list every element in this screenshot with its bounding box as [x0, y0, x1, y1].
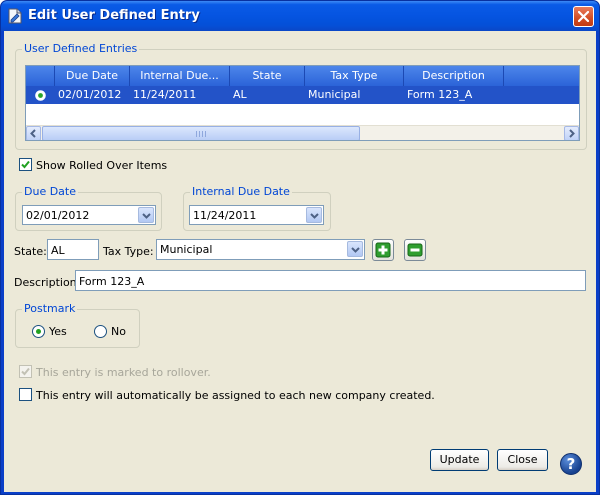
state-label: State: — [14, 245, 47, 258]
cell-state: AL — [233, 88, 247, 101]
close-window-button[interactable] — [573, 6, 594, 27]
postmark-no-radio[interactable] — [94, 325, 107, 338]
column-header-filler — [504, 66, 579, 86]
tax-type-combo[interactable]: Municipal — [156, 239, 365, 260]
minus-icon — [407, 243, 423, 257]
column-header-state[interactable]: State — [230, 66, 305, 86]
column-header-description[interactable]: Description — [404, 66, 504, 86]
due-date-combo[interactable]: 02/01/2012 — [22, 205, 156, 225]
tax-type-value: Municipal — [160, 243, 213, 256]
cell-internal-due: 11/24/2011 — [133, 88, 197, 101]
internal-due-date-value: 11/24/2011 — [193, 209, 257, 222]
chevron-down-icon — [310, 213, 319, 219]
column-header-select[interactable] — [26, 66, 55, 86]
dialog-body: User Defined Entries Due Date Internal D… — [4, 31, 596, 492]
document-edit-icon — [8, 8, 22, 24]
scroll-thumb[interactable] — [42, 126, 360, 140]
radio-selected-dot-icon — [36, 329, 41, 334]
column-header-tax-type[interactable]: Tax Type — [305, 66, 404, 86]
tax-type-label: Tax Type: — [103, 245, 154, 258]
internal-due-date-legend: Internal Due Date — [190, 185, 292, 198]
show-rolled-over-label[interactable]: Show Rolled Over Items — [36, 159, 167, 172]
add-tax-type-button[interactable] — [372, 239, 394, 261]
scroll-grip-icon — [196, 131, 206, 137]
remove-tax-type-button[interactable] — [404, 239, 426, 261]
cell-description: Form 123_A — [407, 88, 473, 101]
arrow-right-icon — [569, 129, 575, 138]
cell-tax-type: Municipal — [308, 88, 361, 101]
rollover-label: This entry is marked to rollover. — [36, 366, 211, 379]
tax-type-dropdown-button[interactable] — [347, 241, 363, 257]
state-value: AL — [51, 244, 65, 257]
scroll-left-button[interactable] — [26, 126, 41, 140]
auto-assign-label[interactable]: This entry will automatically be assigne… — [36, 389, 435, 402]
postmark-no-label[interactable]: No — [111, 325, 126, 338]
description-value: Form 123_A — [79, 275, 145, 288]
description-label: Description: — [14, 276, 81, 289]
internal-due-date-dropdown-button[interactable] — [306, 207, 322, 223]
table-row[interactable]: 02/01/2012 11/24/2011 AL Municipal Form … — [26, 86, 579, 104]
row-select-cell[interactable] — [26, 86, 55, 104]
checkmark-icon — [21, 367, 30, 376]
chevron-down-icon — [351, 247, 360, 253]
dialog-title: Edit User Defined Entry — [28, 8, 200, 23]
close-button[interactable]: Close — [497, 449, 548, 471]
due-date-value: 02/01/2012 — [26, 209, 90, 222]
entries-group-legend: User Defined Entries — [22, 42, 140, 55]
internal-due-date-combo[interactable]: 11/24/2011 — [189, 205, 324, 225]
column-header-due-date[interactable]: Due Date — [55, 66, 130, 86]
update-button[interactable]: Update — [430, 449, 489, 471]
column-header-internal-due[interactable]: Internal Due... — [130, 66, 230, 86]
horizontal-scrollbar[interactable] — [26, 125, 579, 140]
auto-assign-checkbox[interactable] — [19, 388, 32, 401]
help-icon[interactable]: ? — [560, 453, 582, 475]
scroll-right-button[interactable] — [564, 126, 579, 140]
due-date-dropdown-button[interactable] — [138, 207, 154, 223]
postmark-yes-radio[interactable] — [32, 325, 45, 338]
cell-due-date: 02/01/2012 — [58, 88, 122, 101]
plus-icon — [375, 242, 391, 258]
chevron-down-icon — [142, 213, 151, 219]
rollover-checkbox[interactable] — [19, 365, 32, 378]
due-date-legend: Due Date — [22, 185, 78, 198]
postmark-yes-label[interactable]: Yes — [49, 325, 67, 338]
show-rolled-over-checkbox[interactable] — [19, 158, 32, 171]
close-icon — [578, 11, 589, 22]
checkmark-icon — [21, 160, 30, 169]
table-header: Due Date Internal Due... State Tax Type … — [26, 66, 579, 86]
arrow-left-icon — [30, 129, 36, 138]
entries-table[interactable]: Due Date Internal Due... State Tax Type … — [25, 65, 580, 141]
dialog-window: Edit User Defined Entry User Defined Ent… — [0, 0, 600, 495]
state-input[interactable]: AL — [47, 239, 99, 260]
postmark-legend: Postmark — [22, 302, 78, 315]
row-selected-radio-icon — [35, 89, 46, 101]
title-bar[interactable]: Edit User Defined Entry — [1, 1, 599, 31]
description-input[interactable]: Form 123_A — [75, 270, 586, 291]
